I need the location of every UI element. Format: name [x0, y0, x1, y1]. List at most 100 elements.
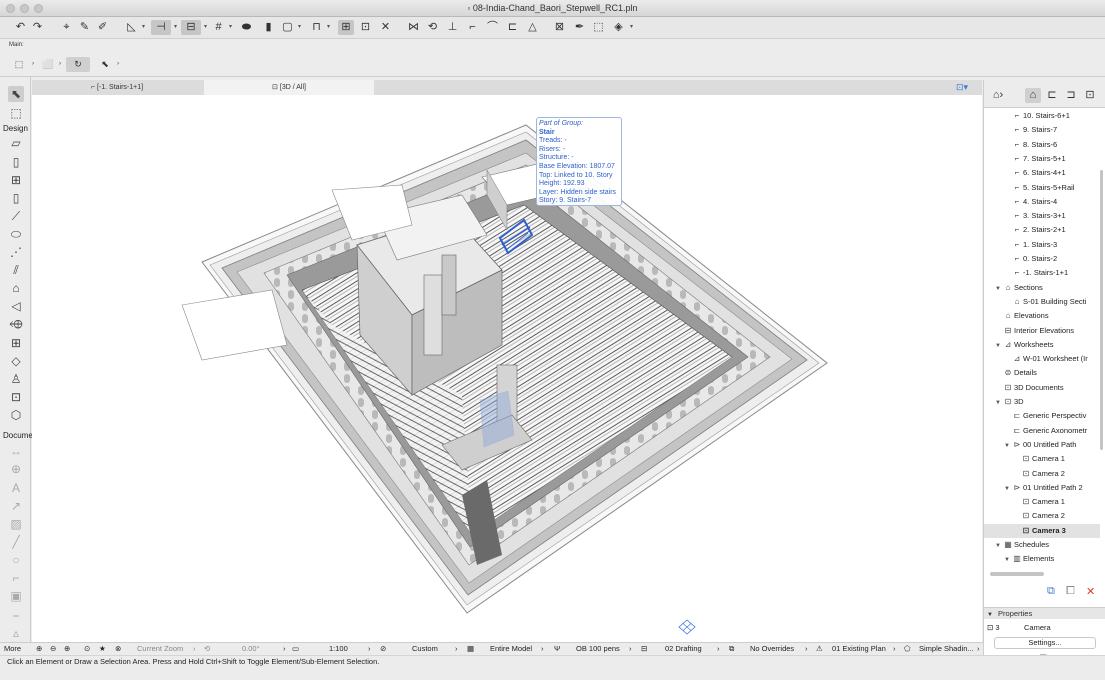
- navigator-vertical-scrollbar[interactable]: [1100, 170, 1103, 450]
- disclosure-triangle-icon[interactable]: ▼: [994, 339, 1002, 353]
- line-tool-icon[interactable]: ╱: [8, 534, 24, 550]
- navigator-item[interactable]: ⊟ Interior Elevations: [984, 324, 1100, 338]
- view-map-icon[interactable]: ⊡▾: [956, 82, 968, 93]
- navigator-item[interactable]: ⊜ Details: [984, 366, 1100, 380]
- gravity-icon[interactable]: ⊟: [181, 20, 201, 35]
- navigator-item[interactable]: ⌐ 0. Stairs-2: [984, 252, 1100, 266]
- wall-tool-icon[interactable]: ▱: [8, 135, 24, 151]
- section-tool-icon[interactable]: ⎯: [8, 607, 24, 623]
- elevation-tool-icon[interactable]: ▵: [8, 625, 24, 641]
- selection-method-icon[interactable]: ⬚: [10, 57, 28, 72]
- navigator-item[interactable]: ⊡ Camera 3: [984, 523, 1100, 538]
- navigator-item[interactable]: ▼ ▥ Elements: [984, 552, 1100, 566]
- layer-icon[interactable]: ▢: [281, 20, 294, 35]
- undo-icon[interactable]: ↶: [14, 20, 27, 35]
- explode-icon[interactable]: ⊠: [553, 20, 566, 35]
- navigator-item[interactable]: ▼ ⊳ 00 Untitled Path: [984, 438, 1100, 452]
- door-tool-icon[interactable]: ▯: [8, 154, 24, 170]
- chevron-down-icon[interactable]: ▾: [325, 20, 332, 35]
- close-3d-icon[interactable]: ✕: [379, 20, 392, 35]
- eyedropper-icon[interactable]: ✎: [78, 20, 91, 35]
- disclosure-triangle-icon[interactable]: ▼: [994, 539, 1002, 553]
- disclosure-triangle-icon[interactable]: ▼: [1003, 482, 1011, 496]
- syringe-icon[interactable]: ✐: [96, 20, 109, 35]
- trim-icon[interactable]: ⋈: [407, 20, 420, 35]
- arrow-tool-icon[interactable]: ⬉: [8, 86, 24, 102]
- slab-tool-icon[interactable]: ⬭: [8, 226, 24, 242]
- chevron-down-icon[interactable]: ▾: [227, 20, 234, 35]
- beam-tool-icon[interactable]: ⟋: [8, 208, 24, 224]
- grid-snap-icon[interactable]: #: [212, 20, 225, 35]
- find-select-icon[interactable]: ⌖: [60, 20, 73, 35]
- level-dimension-icon[interactable]: ⊕: [8, 461, 24, 477]
- rotate-marquee-icon[interactable]: ↻: [66, 57, 90, 72]
- disclosure-triangle-icon[interactable]: ▼: [994, 282, 1002, 296]
- column-tool-icon[interactable]: ▯: [8, 190, 24, 206]
- navigator-item[interactable]: ⌐ 7. Stairs-5+1: [984, 152, 1100, 166]
- magic-wand-icon[interactable]: ✒: [573, 20, 586, 35]
- navigator-item[interactable]: ⌐ 3. Stairs-3+1: [984, 209, 1100, 223]
- navigator-item[interactable]: ⌐ 2. Stairs-2+1: [984, 223, 1100, 237]
- chevron-down-icon[interactable]: ▾: [628, 20, 635, 35]
- navigator-item[interactable]: ▼ ⊳ 01 Untitled Path 2: [984, 481, 1100, 495]
- navigator-item[interactable]: ⌐ 5. Stairs-5+Rail: [984, 181, 1100, 195]
- arrow-pointer-icon[interactable]: ⬉: [99, 57, 111, 72]
- circle-tool-icon[interactable]: ○: [8, 552, 24, 568]
- properties-header[interactable]: ▼ Properties: [984, 607, 1105, 619]
- chevron-down-icon[interactable]: ▾: [140, 20, 147, 35]
- navigator-item[interactable]: ▼ ⊿ Worksheets: [984, 338, 1100, 352]
- navigator-horizontal-scrollbar[interactable]: [990, 572, 1044, 576]
- intersect-icon[interactable]: ⌐: [466, 20, 479, 35]
- navigator-item[interactable]: ⊡ Camera 2: [984, 509, 1100, 523]
- offset-icon[interactable]: ⊏: [506, 20, 519, 35]
- dimension-tool-icon[interactable]: ↔: [8, 443, 24, 459]
- navigator-item[interactable]: ⌐ 1. Stairs-3: [984, 238, 1100, 252]
- zone-tool-icon[interactable]: ⊡: [8, 389, 24, 405]
- clone-view-icon[interactable]: ⧠: [1066, 585, 1075, 598]
- solid-ops-icon[interactable]: ⬚: [592, 20, 605, 35]
- window-tool-icon[interactable]: ⊞: [8, 172, 24, 188]
- render-icon[interactable]: ◈: [612, 20, 625, 35]
- shell-tool-icon[interactable]: ◁: [8, 298, 24, 314]
- railing-tool-icon[interactable]: ⫽: [8, 262, 24, 278]
- show-all-icon[interactable]: ⊡: [359, 20, 372, 35]
- lock-icon[interactable]: ⊓: [310, 20, 323, 35]
- skylight-tool-icon[interactable]: ⬲: [8, 316, 24, 332]
- morph-tool-icon[interactable]: ◇: [8, 353, 24, 369]
- project-map-icon[interactable]: ⌂: [1025, 88, 1041, 103]
- tab-3d[interactable]: ⊡ [3D / All]: [204, 80, 374, 95]
- delete-icon[interactable]: ✕: [1086, 585, 1095, 598]
- object-tool-icon[interactable]: ♙: [8, 371, 24, 387]
- stair-tool-icon[interactable]: ⋰: [8, 244, 24, 260]
- snap-guides-icon[interactable]: ◺: [125, 20, 138, 35]
- navigator-item[interactable]: ⊡ Camera 2: [984, 467, 1100, 481]
- navigator-item[interactable]: ⊡ 3D Documents: [984, 381, 1100, 395]
- tab-floor-plan[interactable]: ⌐ [-1. Stairs-1+1]: [32, 80, 202, 95]
- navigator-item[interactable]: ⊡ Camera 1: [984, 495, 1100, 509]
- marquee-icon[interactable]: ⬜: [40, 57, 56, 72]
- guideline-icon[interactable]: ⊣: [151, 20, 171, 35]
- navigator-options-icon[interactable]: ⌂›: [988, 88, 1008, 103]
- navigator-item[interactable]: ▼ ▦ Schedules: [984, 538, 1100, 552]
- disclosure-triangle-icon[interactable]: ▼: [994, 396, 1002, 410]
- polyline-tool-icon[interactable]: ⌐: [8, 570, 24, 586]
- label-tool-icon[interactable]: ↗: [8, 498, 24, 514]
- drawing-tool-icon[interactable]: ▣: [8, 588, 24, 604]
- settings-button[interactable]: Settings...: [994, 637, 1096, 649]
- roof-icon[interactable]: △: [526, 20, 539, 35]
- publisher-icon[interactable]: ⊡: [1082, 88, 1098, 103]
- navigator-item[interactable]: ⌂ S-01 Building Secti: [984, 295, 1100, 309]
- navigator-item[interactable]: ⌂ Elevations: [984, 309, 1100, 323]
- split-icon[interactable]: ⟲: [426, 20, 439, 35]
- text-tool-icon[interactable]: A: [8, 480, 24, 496]
- navigator-item[interactable]: ⌐ 10. Stairs-6+1: [984, 109, 1100, 123]
- fill-icon[interactable]: ⬬: [240, 20, 253, 35]
- redo-icon[interactable]: ↷: [31, 20, 44, 35]
- navigator-item[interactable]: ⊏ Generic Perspectiv: [984, 409, 1100, 423]
- navigator-item[interactable]: ⌐ 9. Stairs-7: [984, 123, 1100, 137]
- trace-icon[interactable]: ⊞: [338, 20, 354, 35]
- navigator-item[interactable]: ⌐ 6. Stairs-4+1: [984, 166, 1100, 180]
- navigator-item[interactable]: ⊿ W-01 Worksheet (Ir: [984, 352, 1100, 366]
- view-map-icon[interactable]: ⊏: [1044, 88, 1060, 103]
- chevron-down-icon[interactable]: ▾: [202, 20, 209, 35]
